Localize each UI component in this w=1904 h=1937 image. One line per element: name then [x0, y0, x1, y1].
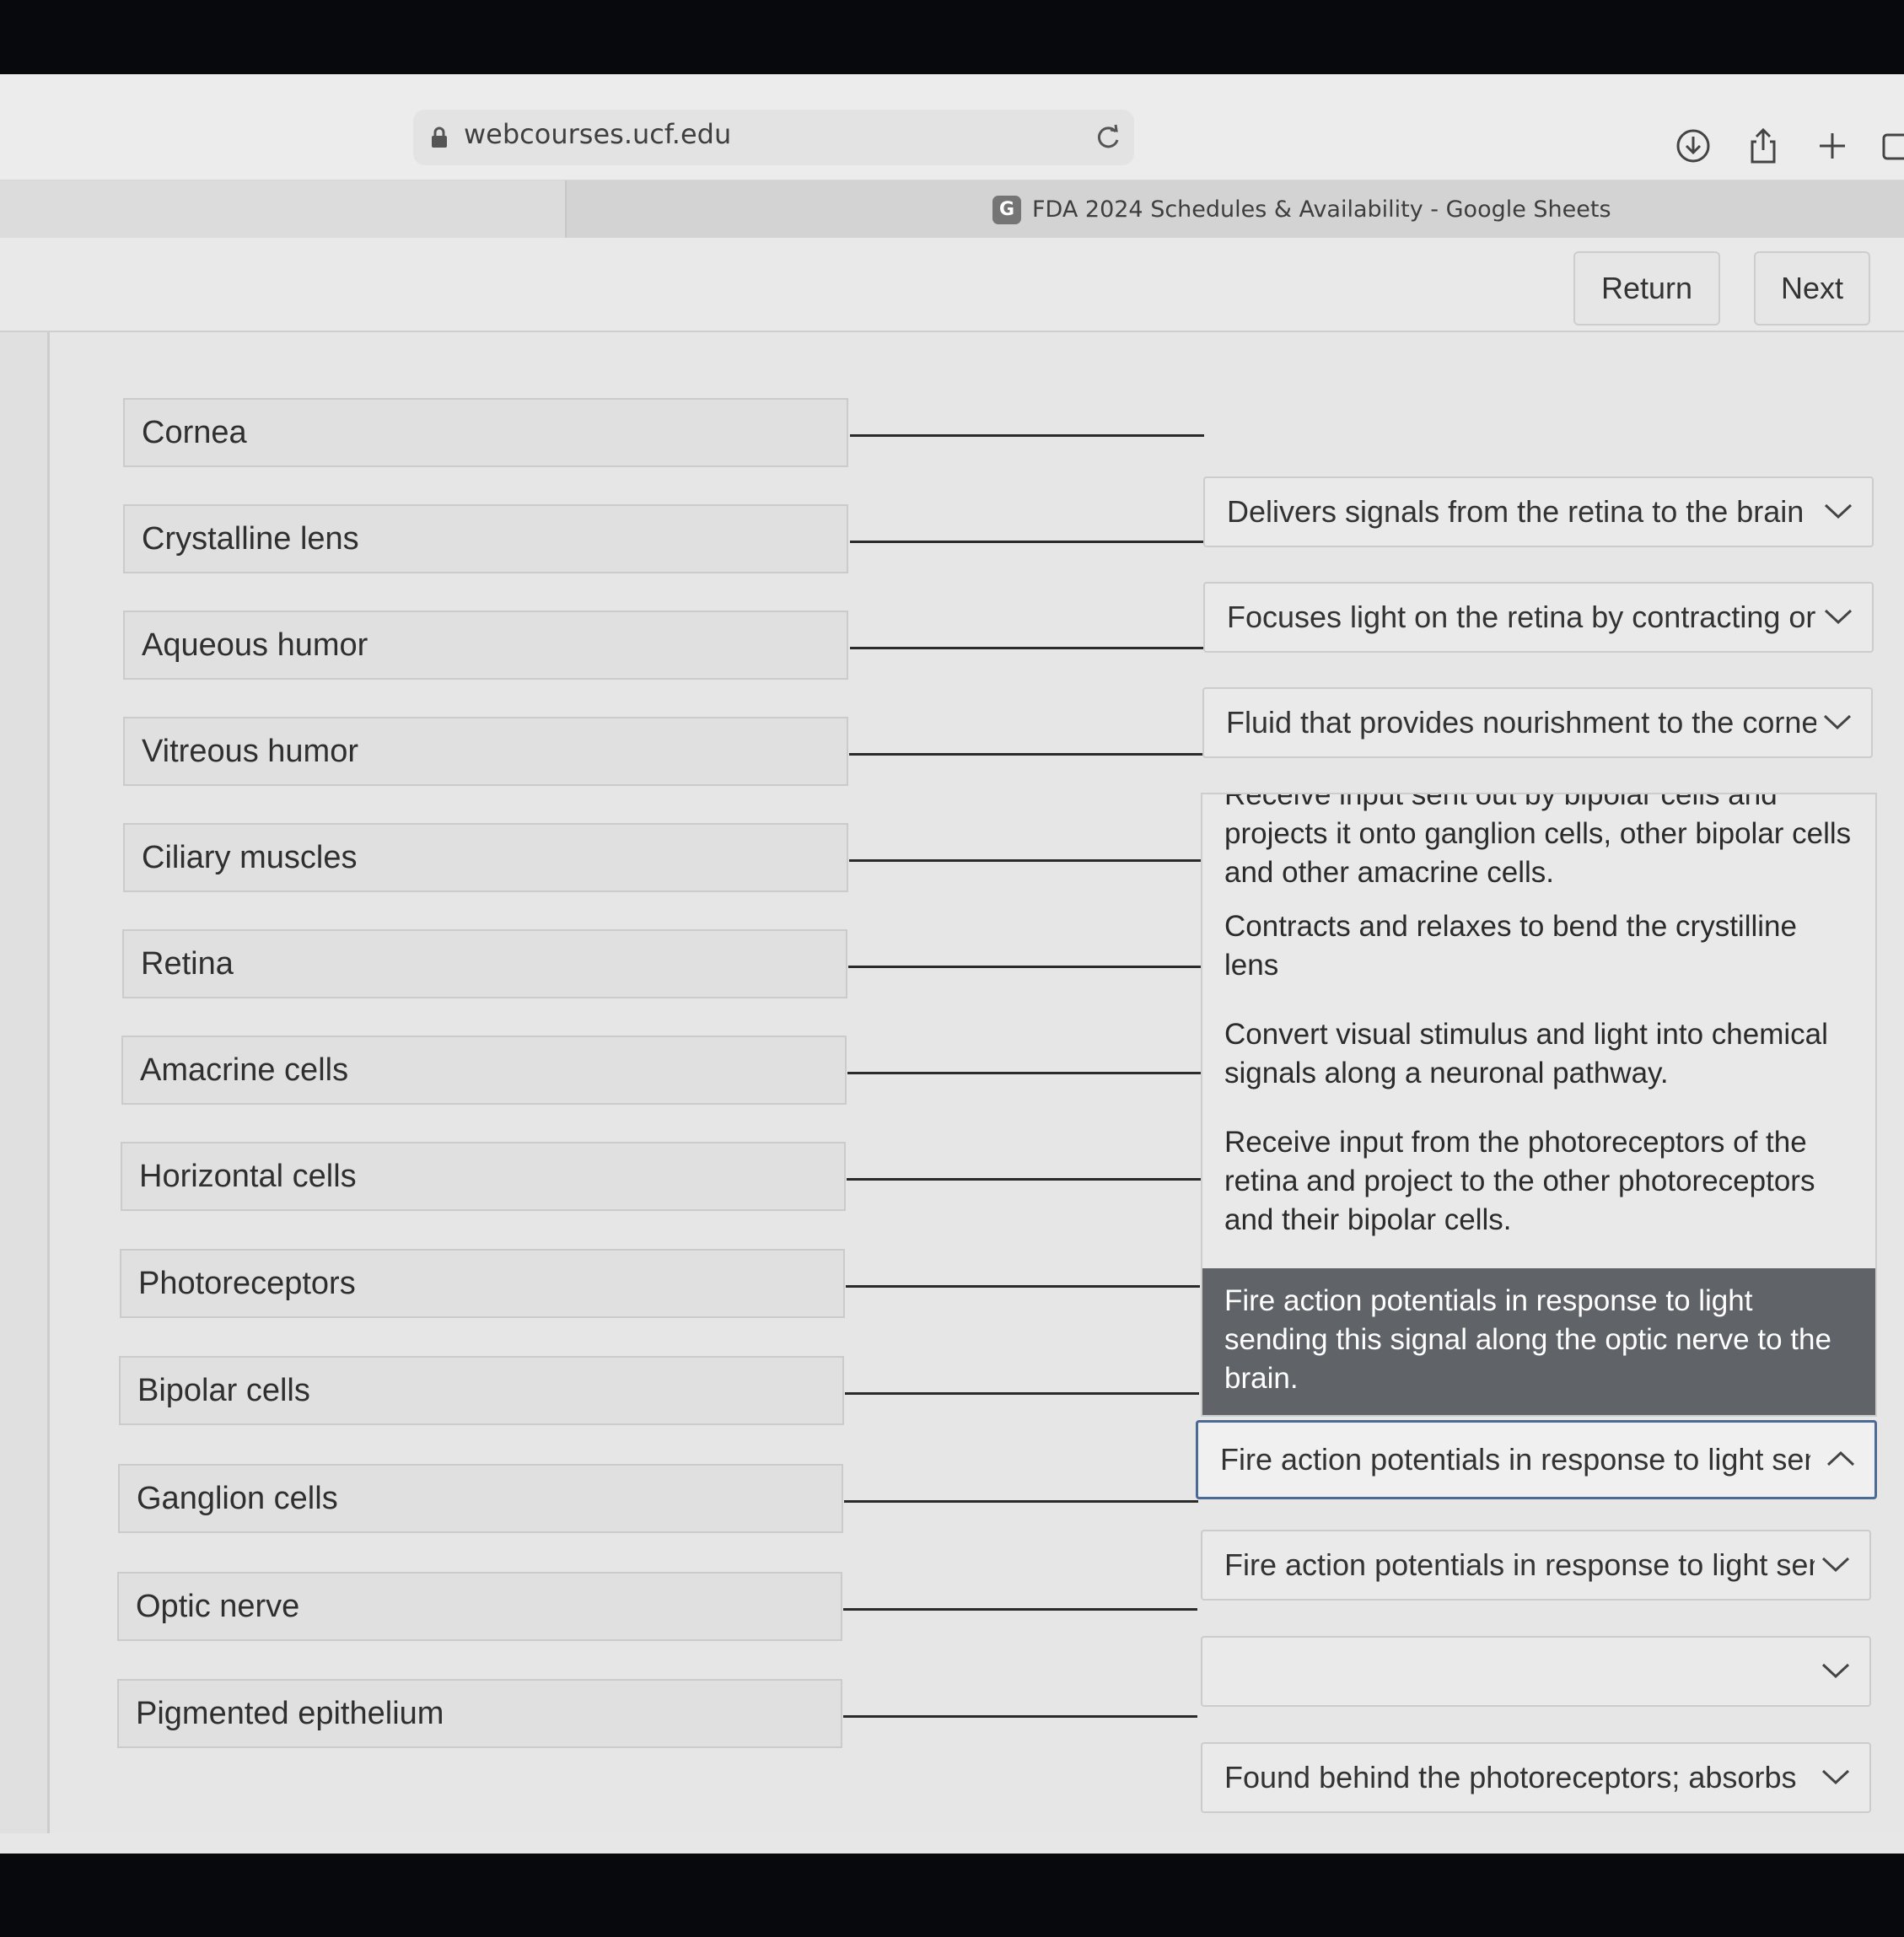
term-ciliary-muscles: Ciliary muscles [123, 823, 848, 892]
dropdown-ganglion-cells[interactable]: Fire action potentials in response to li… [1201, 1530, 1871, 1601]
term-cornea: Cornea [123, 398, 848, 467]
tab-google-sheets[interactable]: G FDA 2024 Schedules & Availability - Go… [565, 180, 1904, 238]
term-amacrine-cells: Amacrine cells [121, 1036, 847, 1105]
dropdown-value: Fluid that provides nourishment to the c… [1226, 705, 1816, 740]
term-retina: Retina [122, 929, 847, 998]
connector-line [850, 434, 1204, 437]
tab-strip: G FDA 2024 Schedules & Availability - Go… [0, 180, 1904, 238]
connector-line [848, 966, 1202, 968]
dropdown-crystalline-lens[interactable]: Focuses light on the retina by contracti… [1203, 582, 1874, 653]
term-crystalline-lens: Crystalline lens [123, 504, 848, 573]
option-2[interactable]: Convert visual stimulus and light into c… [1202, 1015, 1875, 1093]
lock-icon [432, 126, 447, 148]
dropdown-value: Fire action potentials in response to li… [1220, 1442, 1810, 1477]
left-rail [0, 332, 50, 1833]
chevron-down-icon [1824, 503, 1853, 519]
connector-line [849, 859, 1203, 862]
sheets-favicon: G [992, 196, 1021, 224]
tab-title: FDA 2024 Schedules & Availability - Goog… [1032, 196, 1611, 223]
connector-line [847, 1178, 1201, 1181]
option-1[interactable]: Contracts and relaxes to bend the crysti… [1202, 907, 1875, 985]
address-bar[interactable]: webcourses.ucf.edu [413, 110, 1134, 165]
term-horizontal-cells: Horizontal cells [121, 1142, 846, 1211]
dropdown-pigmented-epithelium[interactable]: Found behind the photoreceptors; absorbs [1201, 1742, 1871, 1813]
dropdown-value: Found behind the photoreceptors; absorbs [1224, 1760, 1797, 1794]
connector-line [845, 1392, 1199, 1395]
share-icon[interactable] [1744, 126, 1783, 165]
option-0[interactable]: Receive input sent out by bipolar cells … [1202, 794, 1875, 892]
connector-line [850, 647, 1204, 649]
tabs-overview-icon[interactable] [1880, 126, 1904, 165]
reload-icon[interactable] [1092, 121, 1124, 153]
browser-screen: webcourses.ucf.edu G FDA 2024 Schedules … [0, 74, 1904, 1854]
dropdown-options-list[interactable]: Receive input sent out by bipolar cells … [1201, 793, 1877, 1417]
connector-line [847, 1072, 1202, 1074]
quiz-nav-bar: Return Next [0, 238, 1904, 332]
browser-toolbar: webcourses.ucf.edu [0, 74, 1904, 180]
url-text: webcourses.ucf.edu [464, 118, 732, 150]
chevron-up-icon [1826, 1450, 1855, 1466]
term-photoreceptors: Photoreceptors [120, 1249, 845, 1318]
dropdown-cornea[interactable]: Delivers signals from the retina to the … [1203, 476, 1874, 547]
new-tab-icon[interactable] [1813, 126, 1852, 165]
connector-line [844, 1500, 1198, 1503]
connector-line [846, 1285, 1200, 1288]
term-ganglion-cells: Ganglion cells [118, 1464, 843, 1533]
matching-question: Cornea Crystalline lens Aqueous humor Vi… [0, 332, 1904, 1833]
term-optic-nerve: Optic nerve [117, 1572, 842, 1641]
chevron-down-icon [1821, 1769, 1850, 1785]
dropdown-aqueous-humor[interactable]: Fluid that provides nourishment to the c… [1202, 687, 1873, 758]
connector-line [849, 753, 1203, 756]
dropdown-optic-nerve[interactable] [1201, 1636, 1871, 1707]
chevron-down-icon [1823, 714, 1852, 730]
connector-line [850, 541, 1204, 543]
chevron-down-icon [1821, 1663, 1850, 1679]
dropdown-value: Delivers signals from the retina to the … [1227, 494, 1804, 529]
option-4-selected[interactable]: Fire action potentials in response to li… [1202, 1268, 1875, 1415]
chevron-down-icon [1821, 1557, 1850, 1573]
dropdown-value: Fire action potentials in response to li… [1224, 1547, 1815, 1582]
connector-line [843, 1608, 1197, 1611]
connector-line [843, 1715, 1197, 1718]
dropdown-bipolar-cells[interactable]: Fire action potentials in response to li… [1196, 1420, 1877, 1499]
return-button[interactable]: Return [1573, 251, 1720, 326]
term-bipolar-cells: Bipolar cells [119, 1356, 844, 1425]
term-aqueous-humor: Aqueous humor [123, 611, 848, 680]
term-pigmented-epithelium: Pigmented epithelium [117, 1679, 842, 1748]
dropdown-value [1224, 1638, 1815, 1705]
dropdown-value: Focuses light on the retina by contracti… [1227, 600, 1817, 634]
download-icon[interactable] [1674, 126, 1713, 165]
term-vitreous-humor: Vitreous humor [123, 717, 848, 786]
chevron-down-icon [1824, 609, 1853, 625]
option-3[interactable]: Receive input from the photoreceptors of… [1202, 1123, 1875, 1240]
next-button[interactable]: Next [1754, 251, 1870, 326]
